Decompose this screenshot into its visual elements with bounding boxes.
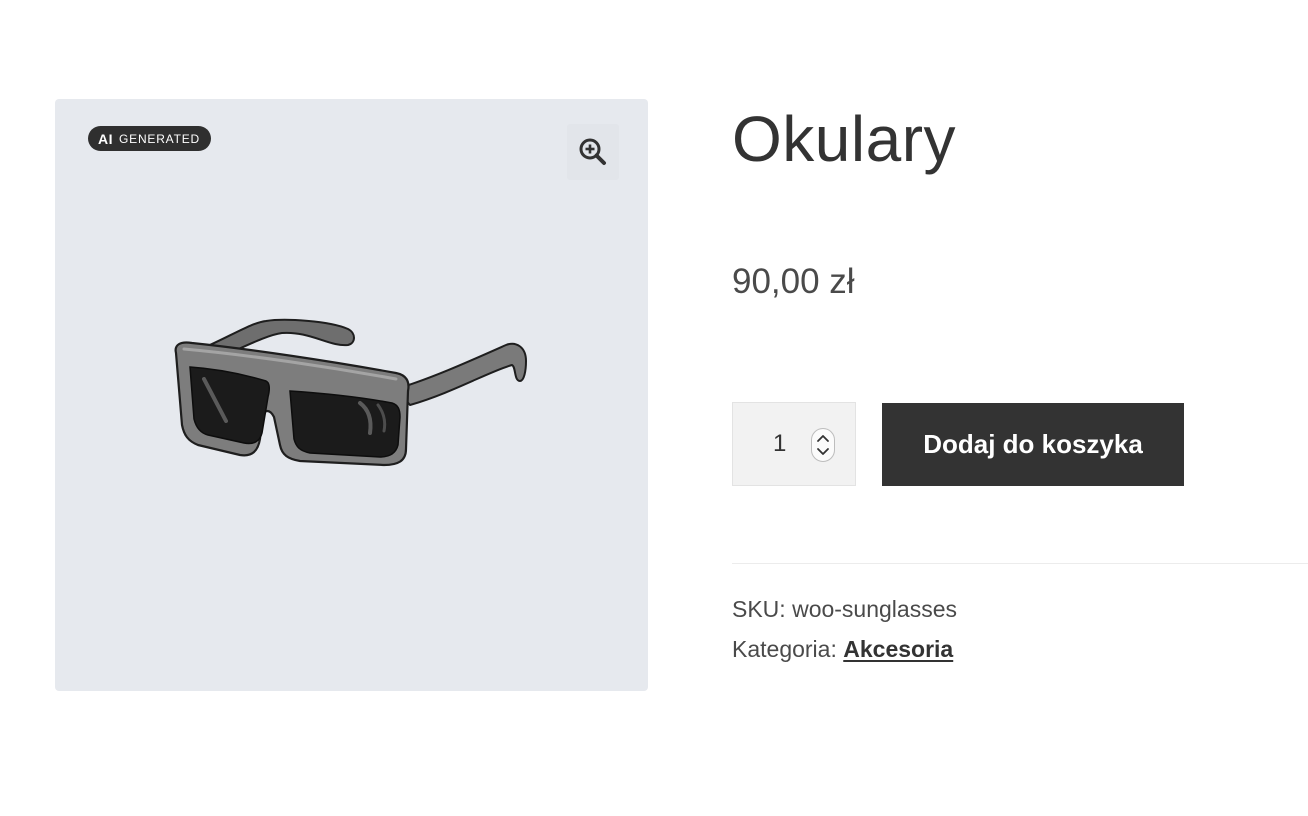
badge-ai-label: AI (98, 130, 113, 147)
chevron-down-icon[interactable] (812, 444, 834, 460)
product-price: 90,00 zł (732, 262, 855, 301)
divider (732, 563, 1308, 564)
zoom-in-icon (579, 138, 606, 165)
category-link[interactable]: Akcesoria (843, 636, 953, 662)
sku-value: woo-sunglasses (792, 596, 957, 622)
sku-label: SKU: (732, 596, 786, 622)
category-label: Kategoria: (732, 636, 837, 662)
product-gallery: AI GENERATED (55, 99, 648, 691)
quantity-spinner[interactable] (811, 428, 835, 462)
gallery-zoom-button[interactable] (567, 124, 619, 180)
ai-generated-badge: AI GENERATED (88, 126, 211, 151)
quantity-value[interactable]: 1 (773, 430, 786, 458)
product-summary: Okulary 90,00 zł 1 Dodaj do koszyka SKU:… (732, 0, 1308, 816)
product-title: Okulary (732, 103, 956, 175)
quantity-stepper[interactable]: 1 (732, 402, 856, 486)
product-category: Kategoria: Akcesoria (732, 636, 953, 663)
sunglasses-icon[interactable] (170, 309, 532, 471)
badge-generated-label: GENERATED (119, 131, 200, 146)
add-to-cart-button[interactable]: Dodaj do koszyka (882, 403, 1184, 486)
product-page: AI GENERATED Okulary 90,00 zł 1 Dodaj do… (0, 0, 1308, 816)
product-sku: SKU: woo-sunglasses (732, 596, 957, 623)
